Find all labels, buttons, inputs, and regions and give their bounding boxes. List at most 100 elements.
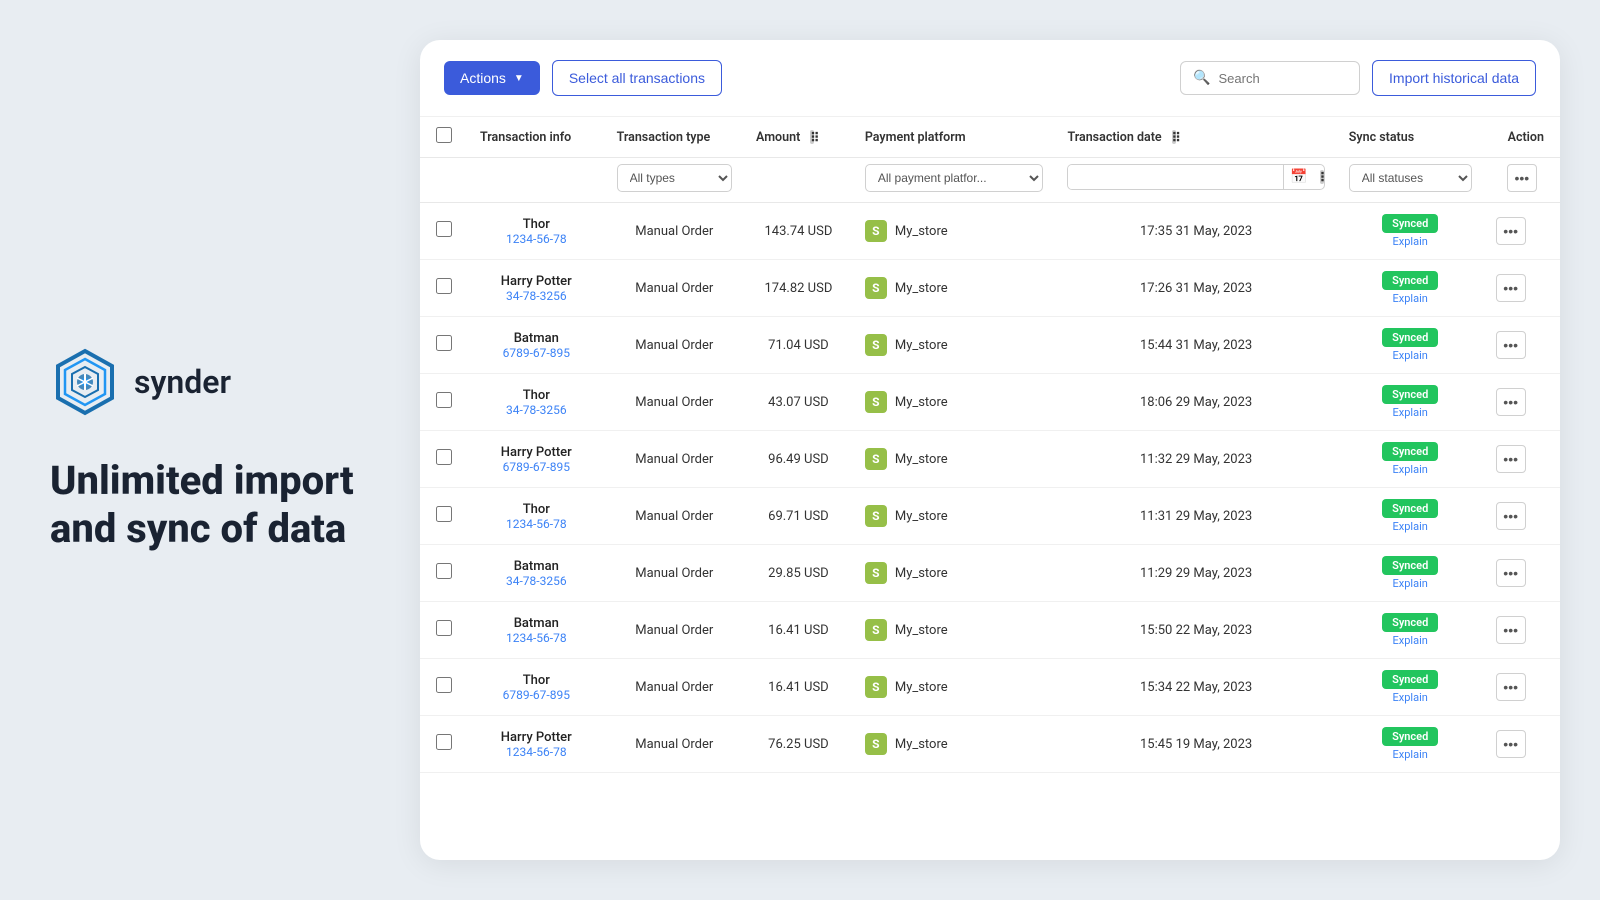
explain-link[interactable]: Explain: [1349, 406, 1472, 419]
synced-badge: Synced: [1382, 613, 1438, 632]
row-sync-status: Synced Explain: [1337, 545, 1484, 602]
row-platform: S My_store: [853, 488, 1056, 545]
actions-button[interactable]: Actions ▼: [444, 61, 540, 95]
transaction-id[interactable]: 1234-56-78: [480, 517, 593, 531]
search-box: 🔍: [1180, 61, 1360, 95]
search-input[interactable]: [1218, 71, 1347, 86]
row-amount: 43.07 USD: [744, 374, 853, 431]
amount-resize-handle[interactable]: ⠿: [810, 130, 814, 144]
row-type: Manual Order: [605, 659, 744, 716]
row-transaction-info: Batman 1234-56-78: [468, 602, 605, 659]
shopify-icon: S: [865, 391, 887, 413]
transaction-id[interactable]: 6789-67-895: [480, 346, 593, 360]
shopify-icon: S: [865, 334, 887, 356]
left-panel: synder Unlimited import and sync of data: [0, 307, 420, 593]
row-checkbox-3[interactable]: [436, 392, 452, 408]
row-action-button[interactable]: •••: [1496, 673, 1526, 701]
row-checkbox-0[interactable]: [436, 221, 452, 237]
row-amount: 174.82 USD: [744, 260, 853, 317]
row-action-button[interactable]: •••: [1496, 217, 1526, 245]
row-amount: 69.71 USD: [744, 488, 853, 545]
transaction-id[interactable]: 1234-56-78: [480, 631, 593, 645]
row-checkbox-cell: [420, 545, 468, 602]
import-historical-button[interactable]: Import historical data: [1372, 60, 1536, 96]
row-date: 15:34 22 May, 2023: [1055, 659, 1336, 716]
explain-link[interactable]: Explain: [1349, 634, 1472, 647]
explain-link[interactable]: Explain: [1349, 292, 1472, 305]
transaction-id[interactable]: 6789-67-895: [480, 688, 593, 702]
transaction-id[interactable]: 34-78-3256: [480, 574, 593, 588]
row-action-button[interactable]: •••: [1496, 730, 1526, 758]
row-action-button[interactable]: •••: [1496, 331, 1526, 359]
platform-filter-select[interactable]: All payment platfor...: [865, 164, 1044, 192]
row-action-button[interactable]: •••: [1496, 616, 1526, 644]
row-platform: S My_store: [853, 545, 1056, 602]
transaction-id[interactable]: 34-78-3256: [480, 289, 593, 303]
synced-badge: Synced: [1382, 442, 1438, 461]
row-checkbox-5[interactable]: [436, 506, 452, 522]
select-all-button[interactable]: Select all transactions: [552, 60, 722, 96]
row-transaction-info: Harry Potter 34-78-3256: [468, 260, 605, 317]
synced-badge: Synced: [1382, 214, 1438, 233]
row-action-cell: •••: [1484, 374, 1560, 431]
row-sync-status: Synced Explain: [1337, 488, 1484, 545]
th-payment-platform: Payment platform: [853, 117, 1056, 158]
shopify-icon: S: [865, 733, 887, 755]
transaction-name: Thor: [480, 502, 593, 517]
type-filter-select[interactable]: All types: [617, 164, 732, 192]
platform-name: My_store: [895, 680, 948, 695]
row-action-button[interactable]: •••: [1496, 388, 1526, 416]
row-action-cell: •••: [1484, 431, 1560, 488]
explain-link[interactable]: Explain: [1349, 235, 1472, 248]
row-date: 15:45 19 May, 2023: [1055, 716, 1336, 773]
row-checkbox-2[interactable]: [436, 335, 452, 351]
transaction-name: Thor: [480, 217, 593, 232]
filter-action-btn[interactable]: •••: [1507, 164, 1537, 192]
shopify-icon: S: [865, 505, 887, 527]
row-checkbox-6[interactable]: [436, 563, 452, 579]
transaction-id[interactable]: 6789-67-895: [480, 460, 593, 474]
transaction-id[interactable]: 34-78-3256: [480, 403, 593, 417]
synced-badge: Synced: [1382, 670, 1438, 689]
row-checkbox-cell: [420, 602, 468, 659]
row-checkbox-8[interactable]: [436, 677, 452, 693]
th-amount: Amount ⠿: [744, 117, 853, 158]
explain-link[interactable]: Explain: [1349, 748, 1472, 761]
table-row: Harry Potter 1234-56-78 Manual Order 76.…: [420, 716, 1560, 773]
transaction-name: Harry Potter: [480, 445, 593, 460]
row-type: Manual Order: [605, 317, 744, 374]
row-amount: 29.85 USD: [744, 545, 853, 602]
filter-row: All types All payment platfor... 📅: [420, 158, 1560, 203]
transaction-id[interactable]: 1234-56-78: [480, 745, 593, 759]
explain-link[interactable]: Explain: [1349, 349, 1472, 362]
status-filter-select[interactable]: All statuses: [1349, 164, 1472, 192]
logo-text: synder: [134, 363, 231, 401]
row-action-button[interactable]: •••: [1496, 502, 1526, 530]
row-checkbox-cell: [420, 716, 468, 773]
row-action-button[interactable]: •••: [1496, 274, 1526, 302]
row-checkbox-9[interactable]: [436, 734, 452, 750]
row-date: 17:35 31 May, 2023: [1055, 203, 1336, 260]
row-checkbox-7[interactable]: [436, 620, 452, 636]
row-sync-status: Synced Explain: [1337, 659, 1484, 716]
row-type: Manual Order: [605, 431, 744, 488]
row-action-button[interactable]: •••: [1496, 445, 1526, 473]
row-checkbox-1[interactable]: [436, 278, 452, 294]
select-all-checkbox[interactable]: [436, 127, 452, 143]
th-transaction-info: Transaction info: [468, 117, 605, 158]
date-filter-input[interactable]: [1068, 165, 1283, 189]
row-checkbox-4[interactable]: [436, 449, 452, 465]
date-filter-resize-handle[interactable]: ⠿: [1320, 170, 1324, 184]
date-resize-handle[interactable]: ⠿: [1172, 130, 1176, 144]
explain-link[interactable]: Explain: [1349, 463, 1472, 476]
calendar-icon[interactable]: 📅: [1283, 165, 1313, 189]
explain-link[interactable]: Explain: [1349, 577, 1472, 590]
row-type: Manual Order: [605, 602, 744, 659]
explain-link[interactable]: Explain: [1349, 691, 1472, 704]
row-amount: 96.49 USD: [744, 431, 853, 488]
row-action-button[interactable]: •••: [1496, 559, 1526, 587]
transaction-id[interactable]: 1234-56-78: [480, 232, 593, 246]
platform-name: My_store: [895, 224, 948, 239]
explain-link[interactable]: Explain: [1349, 520, 1472, 533]
platform-name: My_store: [895, 452, 948, 467]
